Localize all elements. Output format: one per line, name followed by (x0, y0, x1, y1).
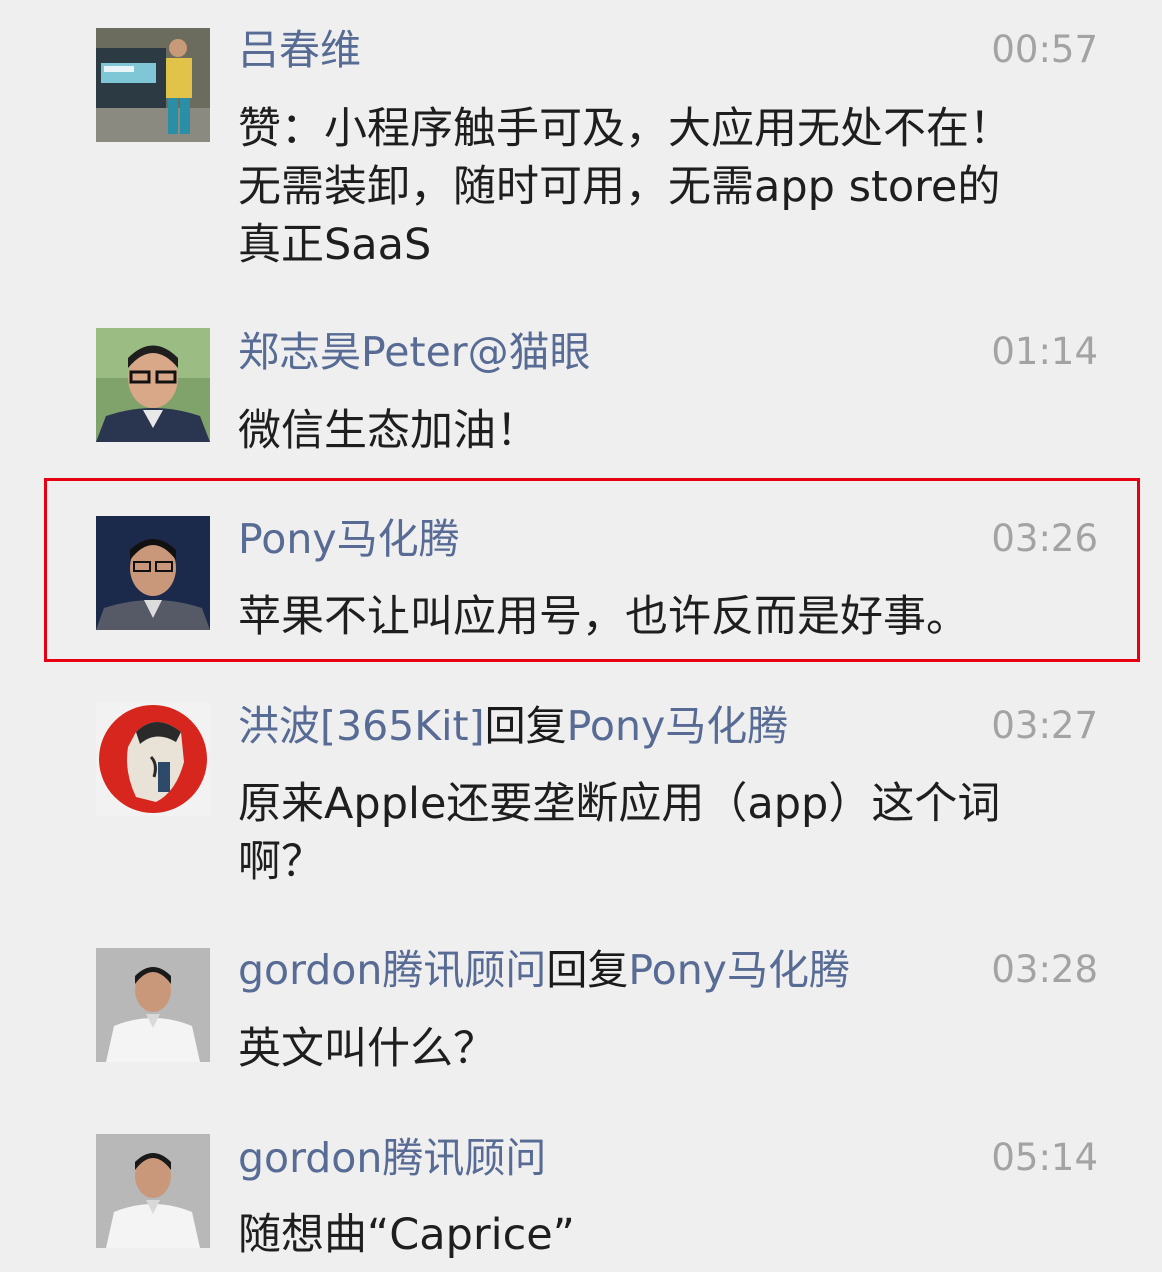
reply-target[interactable]: Pony马化腾 (628, 946, 850, 994)
avatar[interactable] (96, 516, 210, 630)
comment-time: 05:14 (991, 1136, 1098, 1179)
comment-author[interactable]: 洪波[365Kit] (238, 702, 485, 750)
comment-time: 03:28 (991, 948, 1098, 991)
avatar[interactable] (96, 28, 210, 142)
comment-author-line: gordon腾讯顾问 (238, 1130, 546, 1186)
comment-author-line: gordon腾讯顾问回复Pony马化腾 (238, 942, 850, 998)
reply-word: 回复 (546, 946, 629, 994)
comment-time: 01:14 (991, 330, 1098, 373)
comment-author-line: 洪波[365Kit]回复Pony马化腾 (238, 698, 788, 754)
avatar[interactable] (96, 702, 210, 816)
comment-text: 随想曲“Caprice” (238, 1210, 575, 1260)
comment-author[interactable]: gordon腾讯顾问 (238, 946, 546, 994)
comment-author[interactable]: 郑志昊Peter@猫眼 (238, 328, 591, 376)
comment-author[interactable]: Pony马化腾 (238, 515, 460, 563)
comment-text: 原来Apple还要垄断应用（app）这个词 啊？ (238, 779, 1001, 887)
comment-author[interactable]: gordon腾讯顾问 (238, 1134, 546, 1182)
comment-author[interactable]: 吕春维 (238, 26, 361, 74)
reply-word: 回复 (484, 702, 567, 750)
comment-text: 赞：小程序触手可及，大应用无处不在！ 无需装卸，随时可用，无需app store… (238, 104, 1012, 270)
comment-text: 苹果不让叫应用号，也许反而是好事。 (238, 592, 969, 642)
comment-time: 00:57 (991, 28, 1098, 71)
comment-author-line: Pony马化腾 (238, 511, 460, 567)
avatar[interactable] (96, 328, 210, 442)
comment-author-line: 吕春维 (238, 22, 361, 78)
comment-time: 03:26 (991, 517, 1098, 560)
reply-target[interactable]: Pony马化腾 (567, 702, 789, 750)
avatar[interactable] (96, 948, 210, 1062)
comment-time: 03:27 (991, 704, 1098, 747)
comment-text: 英文叫什么？ (238, 1024, 496, 1074)
comment-text: 微信生态加油！ (238, 406, 539, 456)
comment-author-line: 郑志昊Peter@猫眼 (238, 324, 591, 380)
avatar[interactable] (96, 1134, 210, 1248)
